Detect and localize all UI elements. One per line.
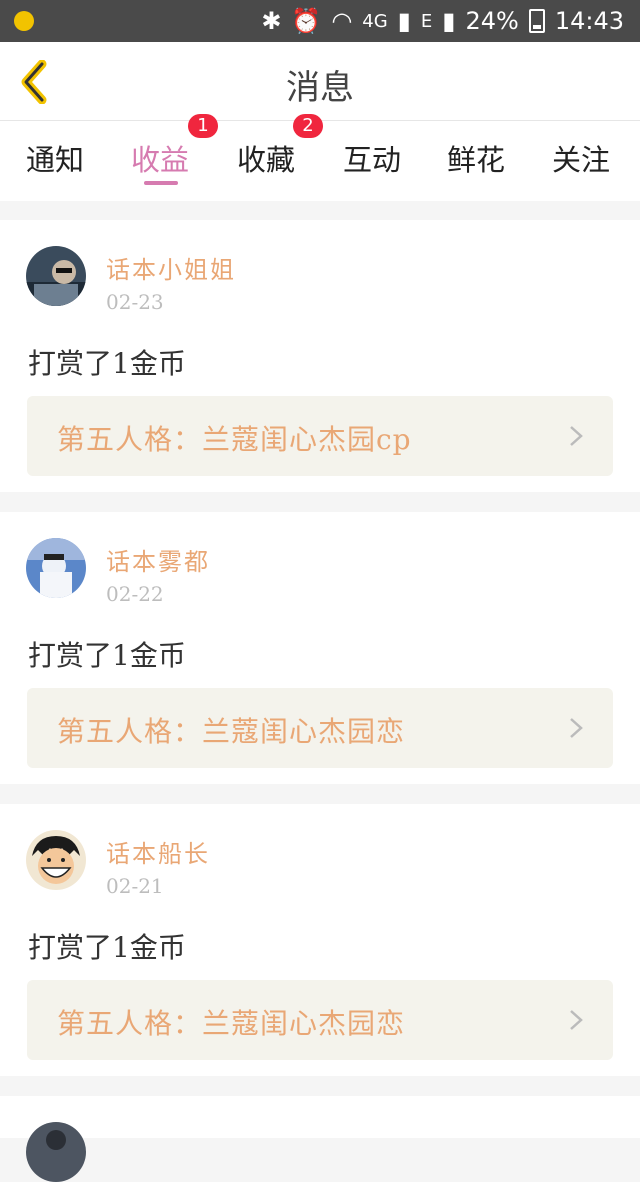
network-type-2: E [420,10,433,32]
avatar[interactable] [26,538,86,598]
work-link[interactable]: 第五人格：兰蔻闺心杰园恋 [27,980,613,1060]
wifi-icon: ◠ [331,7,353,35]
sender-name[interactable]: 话本雾都 [106,542,210,577]
tab-flowers[interactable]: 鲜花 [447,137,505,179]
tab-bar: 通知 收益 1 收藏 2 互动 鲜花 关注 [0,114,640,201]
avatar[interactable] [26,1122,86,1182]
alarm-icon: ⏰ [291,7,322,35]
tab-favorites[interactable]: 收藏 [237,137,295,179]
message-card: 话本船长 02-21 打赏了1金币 第五人格：兰蔻闺心杰园恋 [0,804,640,1076]
tab-earnings[interactable]: 收益 [131,137,189,179]
message-text: 打赏了1金币 [28,931,186,964]
battery-percent: 24% [465,7,519,35]
active-tab-indicator [144,181,178,185]
message-date: 02-21 [106,874,164,898]
message-card: 话本小姐姐 02-23 打赏了1金币 第五人格：兰蔻闺心杰园cp [0,220,640,492]
clock: 14:43 [554,7,624,35]
message-card: 话本雾都 02-22 打赏了1金币 第五人格：兰蔻闺心杰园恋 [0,512,640,784]
message-text: 打赏了1金币 [28,347,186,380]
bluetooth-icon: ✱ [261,7,282,35]
work-title: 第五人格：兰蔻闺心杰园恋 [57,1007,406,1040]
page-title: 消息 [286,68,354,108]
tab-favorites-badge: 2 [293,114,323,138]
sender-name[interactable]: 话本船长 [106,834,210,869]
avatar[interactable] [26,246,86,306]
battery-icon [528,9,545,33]
tab-earnings-badge: 1 [188,114,218,138]
sender-name[interactable]: 话本小姐姐 [106,250,236,285]
message-date: 02-23 [106,290,164,314]
chevron-right-icon [570,426,583,446]
avatar[interactable] [26,830,86,890]
signal-icon: ▮ [397,7,411,35]
tab-following[interactable]: 关注 [552,137,610,179]
chevron-right-icon [570,718,583,738]
network-type: 4G [362,10,388,32]
work-title: 第五人格：兰蔻闺心杰园恋 [57,715,406,748]
signal-icon-2: ▮ [442,7,456,35]
work-title: 第五人格：兰蔻闺心杰园cp [57,423,412,456]
tab-interactions[interactable]: 互动 [343,137,401,179]
message-card-partial [0,1096,640,1182]
status-bar: ✱ ⏰ ◠ 4G ▮ E ▮ 24% 14:43 [0,0,640,42]
tab-notify[interactable]: 通知 [26,137,84,179]
notification-icon [14,11,34,31]
work-link[interactable]: 第五人格：兰蔻闺心杰园cp [27,396,613,476]
message-text: 打赏了1金币 [28,639,186,672]
chevron-right-icon [570,1010,583,1030]
header: 消息 [0,42,640,121]
work-link[interactable]: 第五人格：兰蔻闺心杰园恋 [27,688,613,768]
message-date: 02-22 [106,582,164,606]
